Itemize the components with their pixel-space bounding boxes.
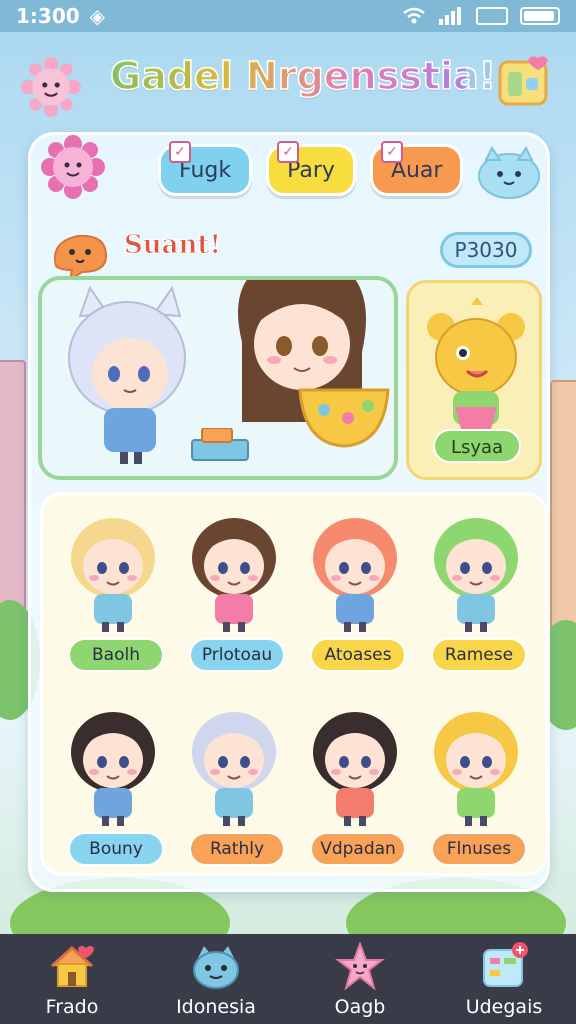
character-label: Vdpadan [310,832,406,866]
category-tabs: ✓ Fugk ✓ Pary ✓ Auar [158,141,464,196]
bottom-nav: Frado Idonesia Oagb Udegais [0,934,576,1024]
cat-face-icon [193,946,239,989]
tab-pary[interactable]: ✓ Pary [266,141,356,196]
nav-label: Idonesia [176,996,256,1018]
character-avatar [313,518,397,632]
character-card[interactable]: Rathly [173,694,294,876]
character-card[interactable]: Flnuses [415,694,536,876]
character-avatar [71,712,155,826]
status-time: 1:300 [16,4,80,28]
character-avatar [313,712,397,826]
character-card[interactable]: Bouny [52,694,173,876]
character-avatar [71,518,155,632]
character-avatar [434,518,518,632]
character-label: Rathly [189,832,285,866]
character-card[interactable]: Ramese [415,500,536,682]
app-title: Gadel Nrgensstia! [109,53,497,99]
character-label: Ramese [431,638,527,672]
nav-item-frado[interactable]: Frado [0,934,144,1024]
star-icon [335,942,385,990]
signal-icon [439,7,461,25]
side-character-card[interactable]: Lsyaa [406,280,542,480]
character-card[interactable]: Baolh [52,500,173,682]
character-avatar [192,712,276,826]
calendar-icon [483,942,528,987]
character-label: Bouny [68,832,164,866]
fox-speech-icon [54,234,108,280]
nav-item-idonesia[interactable]: Idonesia [144,934,288,1024]
character-label: Baolh [68,638,164,672]
nav-item-oagb[interactable]: Oagb [288,934,432,1024]
wifi-icon [403,7,425,24]
calendar-badge-icon[interactable] [496,54,552,110]
character-card[interactable]: Prlotoau [173,500,294,682]
character-card[interactable]: Vdpadan [294,694,415,876]
tab-fugk[interactable]: ✓ Fugk [158,141,253,196]
home-icon [50,945,94,987]
sun-icon[interactable] [20,56,82,118]
side-bear-character [427,297,525,429]
checkbox-icon: ✓ [169,141,191,163]
checkbox-icon: ✓ [380,141,403,163]
character-label: Prlotoau [189,638,285,672]
character-label: Flnuses [431,832,527,866]
header: Gadel Nrgensstia! [0,40,576,130]
character-avatar [192,518,276,632]
nav-item-udegais[interactable]: Udegais [432,934,576,1024]
character-card[interactable]: Atoases [294,500,415,682]
nav-label: Frado [45,996,99,1018]
section-title: Suant! [124,230,222,261]
character-label: Atoases [310,638,406,672]
character-avatar [434,712,518,826]
featured-card[interactable] [38,276,398,480]
side-card-label: Lsyaa [433,429,521,463]
score-pill[interactable]: P3030 [440,232,532,268]
location-icon: ◈ [89,4,106,28]
sim-icon [476,7,508,25]
checkbox-icon: ✓ [277,141,300,163]
nav-label: Oagb [334,996,386,1018]
featured-blocks [191,428,249,461]
character-grid: Baolh Prlotoau Atoases Ramese Bouny Rathly Vdp… [52,500,536,876]
featured-bowl [298,388,390,448]
nav-label: Udegais [465,996,543,1018]
tab-auar[interactable]: ✓ Auar [369,141,464,196]
flower-mascot-icon[interactable] [40,134,106,200]
cloud-pet-icon[interactable] [472,140,546,202]
status-bar: 1:300 ◈ [0,0,576,32]
battery-icon [520,7,560,25]
featured-cat-girl [68,286,186,464]
